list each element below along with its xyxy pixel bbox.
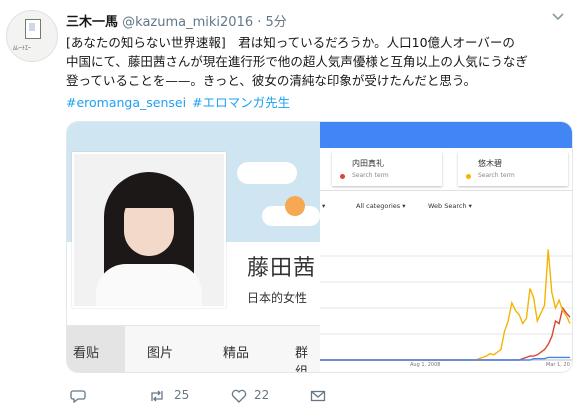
tweet-line: 登っていることを——。きっと、彼女の清純な印象が受けたんだと思う。: [66, 73, 477, 88]
search-term-2[interactable]: 悠木碧 Search term: [458, 152, 568, 186]
tweet-time[interactable]: 5分: [266, 15, 287, 30]
heart-icon[interactable]: [231, 389, 247, 403]
series-line-2: [320, 249, 571, 361]
tab-featured[interactable]: 精品: [223, 342, 249, 361]
trends-filters: ▾ All categories ▾ Web Search ▾: [320, 194, 572, 218]
author-handle[interactable]: @kazuma_miki2016: [122, 15, 253, 30]
x-axis-label: Mar 1, 20: [546, 362, 570, 368]
filter-category[interactable]: All categories ▾: [356, 202, 406, 210]
tweet-header: 三木一馬 @kazuma_miki2016 · 5分: [66, 15, 287, 30]
hashtag-link[interactable]: #エロマンガ先生: [192, 95, 290, 110]
profile-name: 藤田茜: [247, 256, 317, 281]
tweet-line: [あなたの知らない世界速報] 君は知っているだろうか。人口10億人オーバーの: [66, 35, 515, 50]
filter-region[interactable]: ▾: [322, 202, 325, 210]
envelope-icon[interactable]: [310, 389, 326, 403]
tweet-text: [あなたの知らない世界速報] 君は知っているだろうか。人口10億人オーバーの 中…: [66, 33, 566, 90]
series-dot: [466, 174, 471, 179]
tab-images[interactable]: 图片: [147, 342, 173, 361]
series-line-3: [320, 356, 570, 361]
hashtag-link[interactable]: #eromanga_sensei: [66, 95, 186, 110]
search-term-1[interactable]: 内田真礼 Search term: [332, 152, 442, 186]
tweet-media[interactable]: 藤田茜 日本的女性 看贴 图片 精品 群组 内田真礼 Search term 悠…: [66, 121, 573, 373]
x-axis-label: Aug 1, 2008: [410, 362, 441, 368]
trends-header-bar: [320, 122, 572, 148]
profile-photo[interactable]: [72, 152, 226, 308]
avatar[interactable]: ﾑﾚｰﾄｴｰ: [6, 10, 58, 62]
trends-panel: 内田真礼 Search term 悠木碧 Search term ▾ All c…: [320, 122, 572, 372]
filter-search-type[interactable]: Web Search ▾: [428, 202, 472, 210]
profile-panel: 藤田茜 日本的女性 看贴 图片 精品 群组: [67, 122, 320, 372]
like-count: 22: [254, 388, 270, 402]
retweet-icon[interactable]: [148, 389, 166, 403]
retweet-count: 25: [174, 388, 190, 402]
search-terms: 内田真礼 Search term 悠木碧 Search term: [320, 148, 572, 191]
series-dot: [340, 174, 345, 179]
tab-posts[interactable]: 看贴: [73, 342, 99, 361]
trends-chart: [320, 222, 572, 372]
reply-icon[interactable]: [70, 389, 86, 403]
hashtags: #eromanga_sensei #エロマンガ先生: [66, 92, 296, 111]
profile-description: 日本的女性: [247, 291, 308, 305]
chevron-down-icon[interactable]: [551, 12, 565, 22]
tab-groups[interactable]: 群组: [295, 342, 320, 372]
trend-chart-svg: [320, 249, 572, 361]
tweet-line: 中国にて、藤田茜さんが現在進行形で他の超人気声優様と互角以上の人気にうなぎ: [66, 54, 528, 69]
author-name[interactable]: 三木一馬: [66, 15, 118, 30]
profile-tabs: 看贴 图片 精品 群组: [67, 325, 320, 372]
